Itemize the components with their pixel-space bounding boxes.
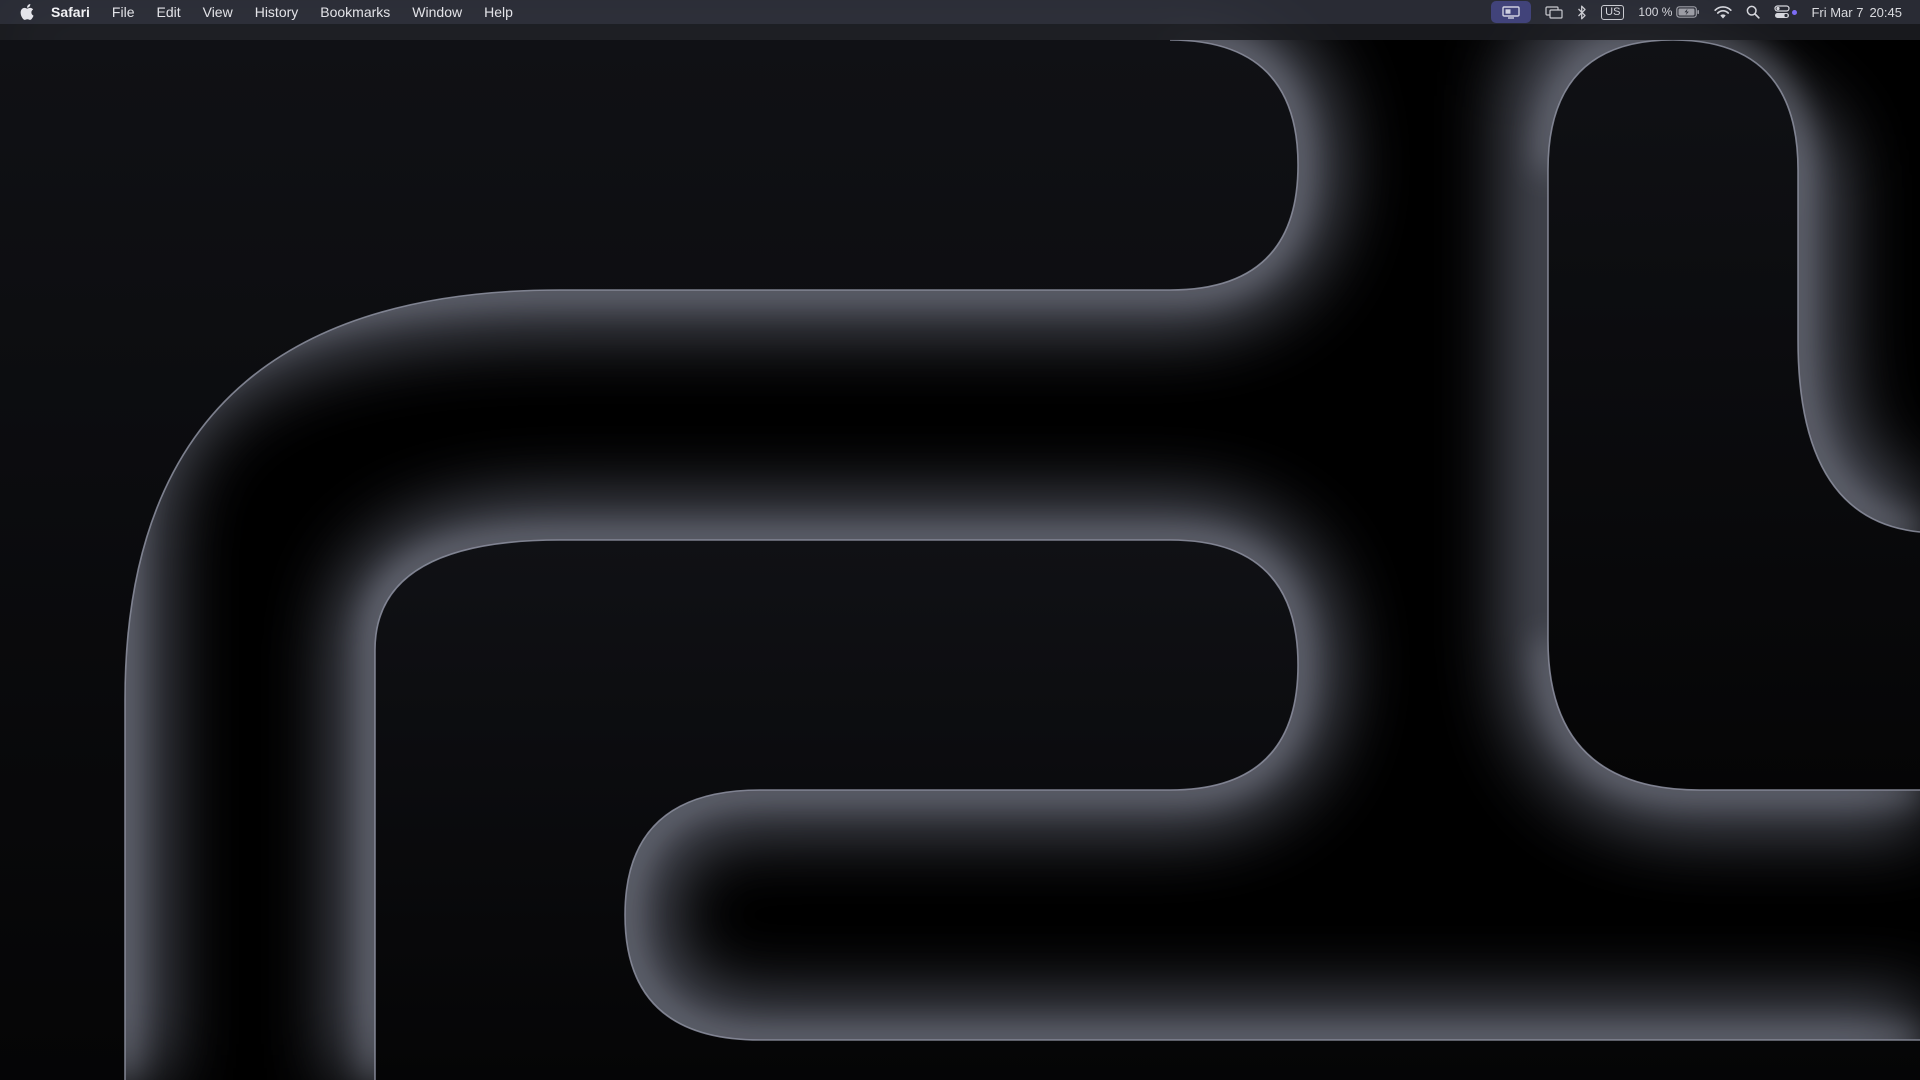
- menu-window[interactable]: Window: [412, 0, 462, 24]
- display-icon[interactable]: [1545, 0, 1563, 24]
- menu-bookmarks[interactable]: Bookmarks: [320, 0, 390, 24]
- menu-bar-status-area: US 100 % Fri Mar 7 20:45: [1491, 0, 1920, 24]
- menu-app-name[interactable]: Safari: [51, 0, 90, 24]
- desktop: Safari File Edit View History Bookmarks …: [0, 0, 1920, 1080]
- bluetooth-icon[interactable]: [1577, 0, 1587, 24]
- clock-time: 20:45: [1869, 4, 1902, 20]
- keyboard-layout-label: US: [1601, 4, 1625, 20]
- screen-mirroring-icon[interactable]: [1491, 1, 1532, 23]
- apple-icon[interactable]: [18, 2, 35, 22]
- menu-bar: Safari File Edit View History Bookmarks …: [0, 0, 1920, 24]
- menu-help[interactable]: Help: [484, 0, 513, 24]
- menu-view[interactable]: View: [203, 0, 233, 24]
- search-icon[interactable]: [1746, 0, 1761, 24]
- menu-bar-left: Safari File Edit View History Bookmarks …: [0, 0, 535, 24]
- menu-file[interactable]: File: [112, 0, 135, 24]
- control-center-icon[interactable]: [1774, 0, 1798, 24]
- battery-icon: [1676, 6, 1700, 18]
- menu-clock[interactable]: Fri Mar 7 20:45: [1811, 0, 1902, 24]
- battery-status[interactable]: 100 %: [1638, 0, 1700, 24]
- menu-history[interactable]: History: [255, 0, 299, 24]
- wifi-icon[interactable]: [1714, 0, 1733, 24]
- battery-percent: 100 %: [1638, 5, 1673, 19]
- keyboard-layout-icon[interactable]: US: [1601, 0, 1625, 24]
- notification-dot: [1792, 9, 1798, 15]
- menu-edit[interactable]: Edit: [156, 0, 180, 24]
- wallpaper: [0, 0, 1920, 1080]
- clock-date: Fri Mar 7: [1811, 4, 1864, 20]
